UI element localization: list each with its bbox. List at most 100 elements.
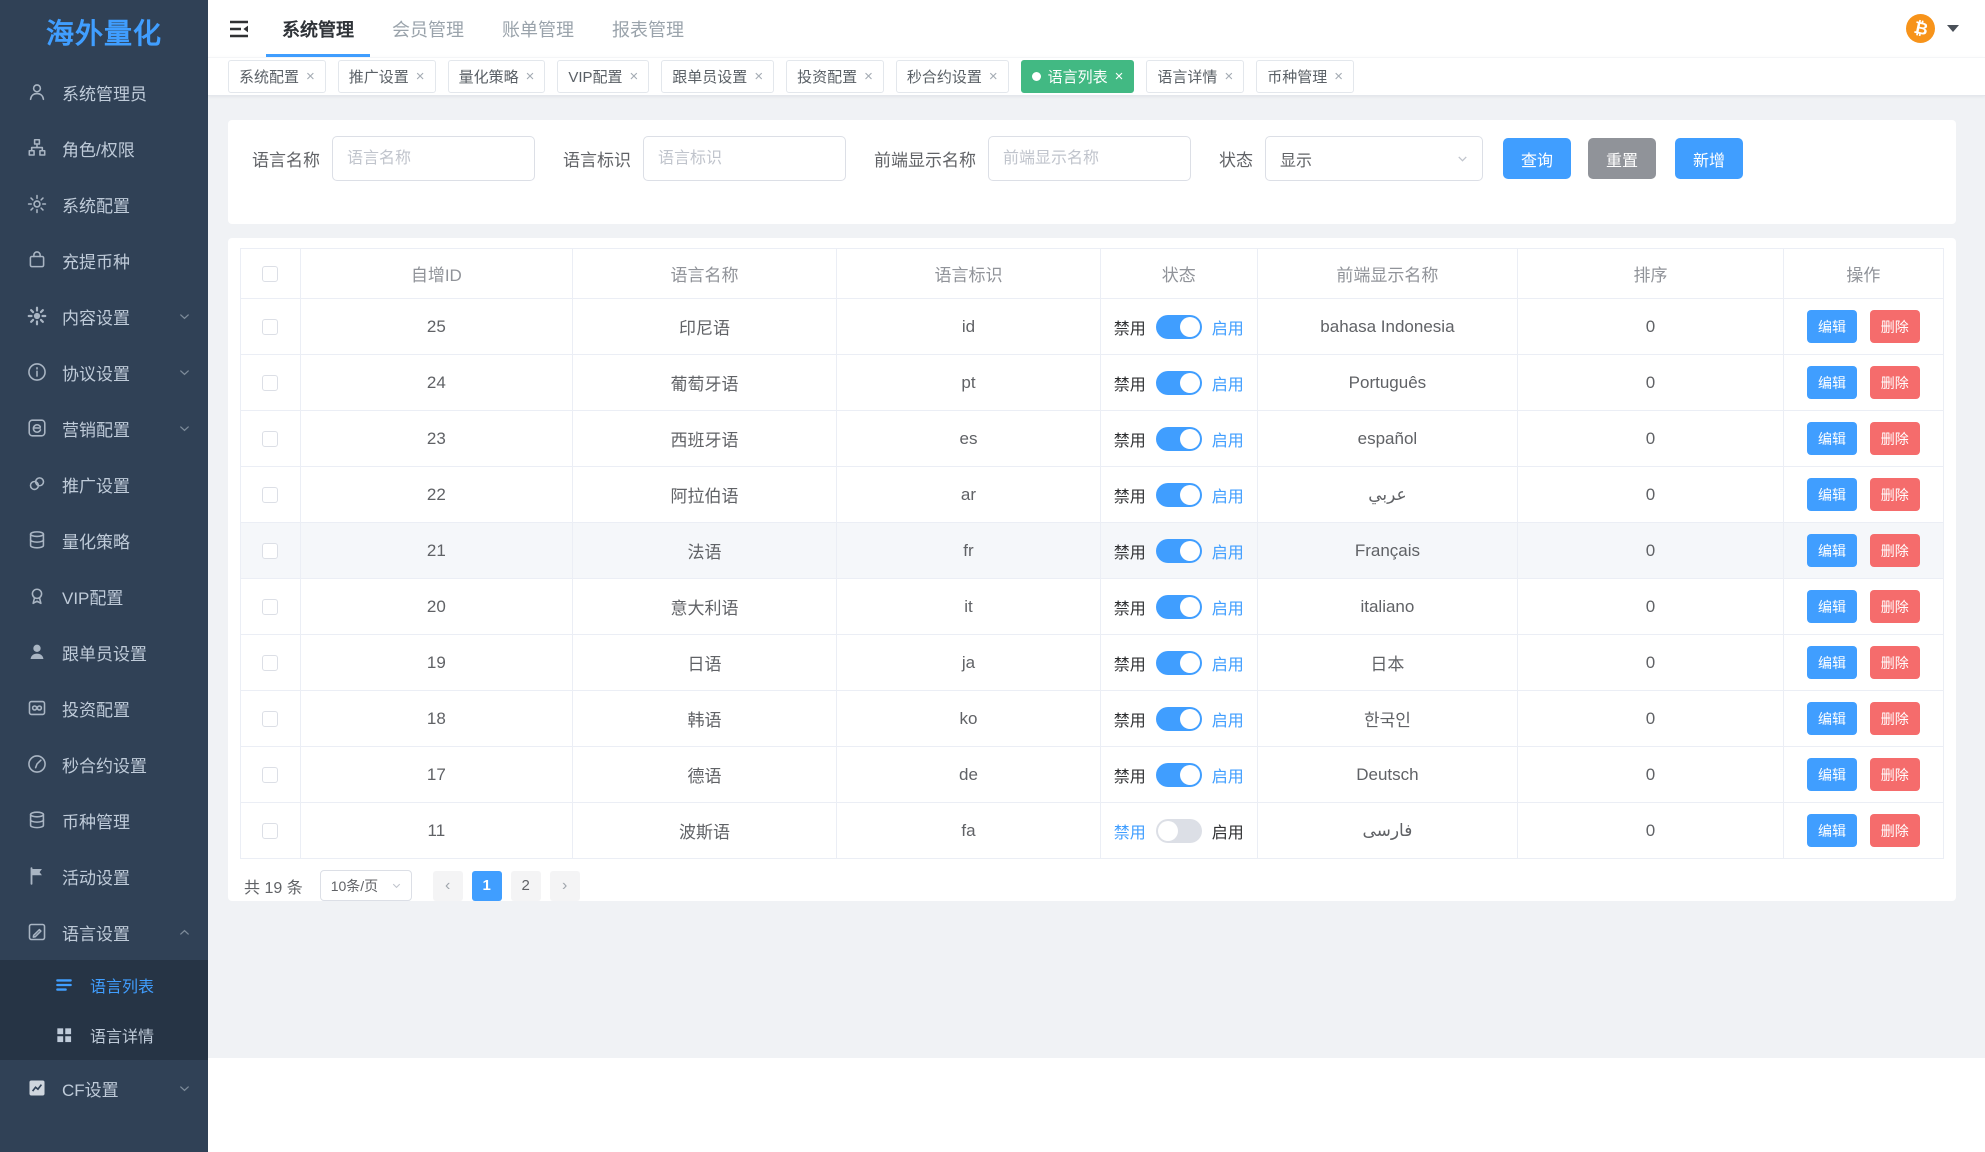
open-tab-chip[interactable]: 币种管理 × xyxy=(1256,60,1354,93)
page-size-select[interactable]: 10条/页 xyxy=(320,870,412,901)
status-toggle[interactable] xyxy=(1156,315,1202,339)
language-name-input[interactable] xyxy=(332,136,535,181)
row-checkbox[interactable] xyxy=(262,767,278,783)
reset-button[interactable]: 重置 xyxy=(1588,138,1656,179)
edit-button[interactable]: 编辑 xyxy=(1807,758,1857,791)
language-code-input[interactable] xyxy=(643,136,846,181)
close-icon[interactable]: × xyxy=(989,69,998,84)
delete-button[interactable]: 删除 xyxy=(1870,478,1920,511)
sidebar-item[interactable]: CF设置 xyxy=(0,1060,208,1116)
search-button[interactable]: 查询 xyxy=(1503,138,1571,179)
row-checkbox[interactable] xyxy=(262,375,278,391)
delete-button[interactable]: 删除 xyxy=(1870,814,1920,847)
edit-button[interactable]: 编辑 xyxy=(1807,590,1857,623)
delete-button[interactable]: 删除 xyxy=(1870,366,1920,399)
delete-button[interactable]: 删除 xyxy=(1870,422,1920,455)
status-toggle[interactable] xyxy=(1156,427,1202,451)
row-checkbox[interactable] xyxy=(262,431,278,447)
sidebar-item[interactable]: 充提币种 xyxy=(0,232,208,288)
edit-button[interactable]: 编辑 xyxy=(1807,422,1857,455)
edit-button[interactable]: 编辑 xyxy=(1807,814,1857,847)
edit-button[interactable]: 编辑 xyxy=(1807,646,1857,679)
close-icon[interactable]: × xyxy=(306,69,315,84)
top-nav-tab[interactable]: 账单管理 xyxy=(500,0,576,57)
sidebar-item[interactable]: VIP配置 xyxy=(0,568,208,624)
close-icon[interactable]: × xyxy=(1115,69,1124,84)
sidebar-item[interactable]: 角色/权限 xyxy=(0,120,208,176)
status-toggle[interactable] xyxy=(1156,371,1202,395)
next-page-button[interactable]: › xyxy=(550,871,580,901)
top-nav-tab[interactable]: 报表管理 xyxy=(610,0,686,57)
row-checkbox[interactable] xyxy=(262,319,278,335)
status-toggle[interactable] xyxy=(1156,483,1202,507)
sidebar-item[interactable]: 协议设置 xyxy=(0,344,208,400)
status-toggle[interactable] xyxy=(1156,539,1202,563)
row-checkbox[interactable] xyxy=(262,599,278,615)
status-toggle[interactable] xyxy=(1156,595,1202,619)
close-icon[interactable]: × xyxy=(864,69,873,84)
sidebar-item[interactable]: 秒合约设置 xyxy=(0,736,208,792)
display-name-input[interactable] xyxy=(988,136,1191,181)
collapse-sidebar-icon[interactable] xyxy=(226,17,252,41)
page-number-button[interactable]: 1 xyxy=(472,871,502,901)
close-icon[interactable]: × xyxy=(526,69,535,84)
edit-button[interactable]: 编辑 xyxy=(1807,534,1857,567)
sidebar-item[interactable]: 投资配置 xyxy=(0,680,208,736)
top-nav-tab[interactable]: 系统管理 xyxy=(280,0,356,57)
sidebar-item[interactable]: 营销配置 xyxy=(0,400,208,456)
delete-button[interactable]: 删除 xyxy=(1870,590,1920,623)
status-toggle[interactable] xyxy=(1156,819,1202,843)
page-number-button[interactable]: 2 xyxy=(511,871,541,901)
sidebar-item[interactable]: 量化策略 xyxy=(0,512,208,568)
row-checkbox[interactable] xyxy=(262,543,278,559)
sidebar-item[interactable]: 活动设置 xyxy=(0,848,208,904)
open-tab-chip[interactable]: 语言详情 × xyxy=(1146,60,1244,93)
add-button[interactable]: 新增 xyxy=(1675,138,1743,179)
sidebar-item[interactable]: 跟单员设置 xyxy=(0,624,208,680)
prev-page-button[interactable]: ‹ xyxy=(433,871,463,901)
close-icon[interactable]: × xyxy=(630,69,639,84)
delete-button[interactable]: 删除 xyxy=(1870,702,1920,735)
close-icon[interactable]: × xyxy=(754,69,763,84)
open-tab-chip[interactable]: 量化策略 × xyxy=(448,60,546,93)
user-avatar[interactable]: ₿ xyxy=(1906,14,1935,43)
sidebar-item[interactable]: 系统配置 xyxy=(0,176,208,232)
delete-button[interactable]: 删除 xyxy=(1870,646,1920,679)
edit-button[interactable]: 编辑 xyxy=(1807,366,1857,399)
close-icon[interactable]: × xyxy=(1224,69,1233,84)
edit-button[interactable]: 编辑 xyxy=(1807,478,1857,511)
open-tab-chip[interactable]: 系统配置 × xyxy=(228,60,326,93)
close-icon[interactable]: × xyxy=(1334,69,1343,84)
row-checkbox[interactable] xyxy=(262,823,278,839)
status-toggle[interactable] xyxy=(1156,651,1202,675)
open-tab-chip[interactable]: 秒合约设置 × xyxy=(896,60,1009,93)
edit-button[interactable]: 编辑 xyxy=(1807,310,1857,343)
sidebar-item[interactable]: 系统管理员 xyxy=(0,64,208,120)
status-select[interactable]: 显示 xyxy=(1265,136,1483,181)
status-toggle[interactable] xyxy=(1156,707,1202,731)
top-nav-tab[interactable]: 会员管理 xyxy=(390,0,466,57)
row-checkbox[interactable] xyxy=(262,711,278,727)
open-tab-chip[interactable]: 跟单员设置 × xyxy=(661,60,774,93)
status-on-label: 启用 xyxy=(1212,763,1244,787)
open-tab-chip[interactable]: 投资配置 × xyxy=(786,60,884,93)
sidebar-subitem[interactable]: 语言详情 xyxy=(0,1010,208,1060)
status-toggle[interactable] xyxy=(1156,763,1202,787)
open-tab-chip[interactable]: VIP配置 × xyxy=(557,60,649,93)
delete-button[interactable]: 删除 xyxy=(1870,758,1920,791)
sidebar-subitem[interactable]: 语言列表 xyxy=(0,960,208,1010)
sidebar-item[interactable]: 内容设置 xyxy=(0,288,208,344)
close-icon[interactable]: × xyxy=(416,69,425,84)
sidebar-item[interactable]: 币种管理 xyxy=(0,792,208,848)
select-all-checkbox[interactable] xyxy=(262,266,278,282)
row-checkbox[interactable] xyxy=(262,487,278,503)
row-checkbox[interactable] xyxy=(262,655,278,671)
caret-down-icon[interactable] xyxy=(1947,25,1959,32)
sidebar-item[interactable]: 语言设置 xyxy=(0,904,208,960)
open-tab-chip[interactable]: 推广设置 × xyxy=(338,60,436,93)
edit-button[interactable]: 编辑 xyxy=(1807,702,1857,735)
delete-button[interactable]: 删除 xyxy=(1870,310,1920,343)
delete-button[interactable]: 删除 xyxy=(1870,534,1920,567)
open-tab-chip[interactable]: 语言列表 × xyxy=(1021,60,1135,93)
sidebar-item[interactable]: 推广设置 xyxy=(0,456,208,512)
